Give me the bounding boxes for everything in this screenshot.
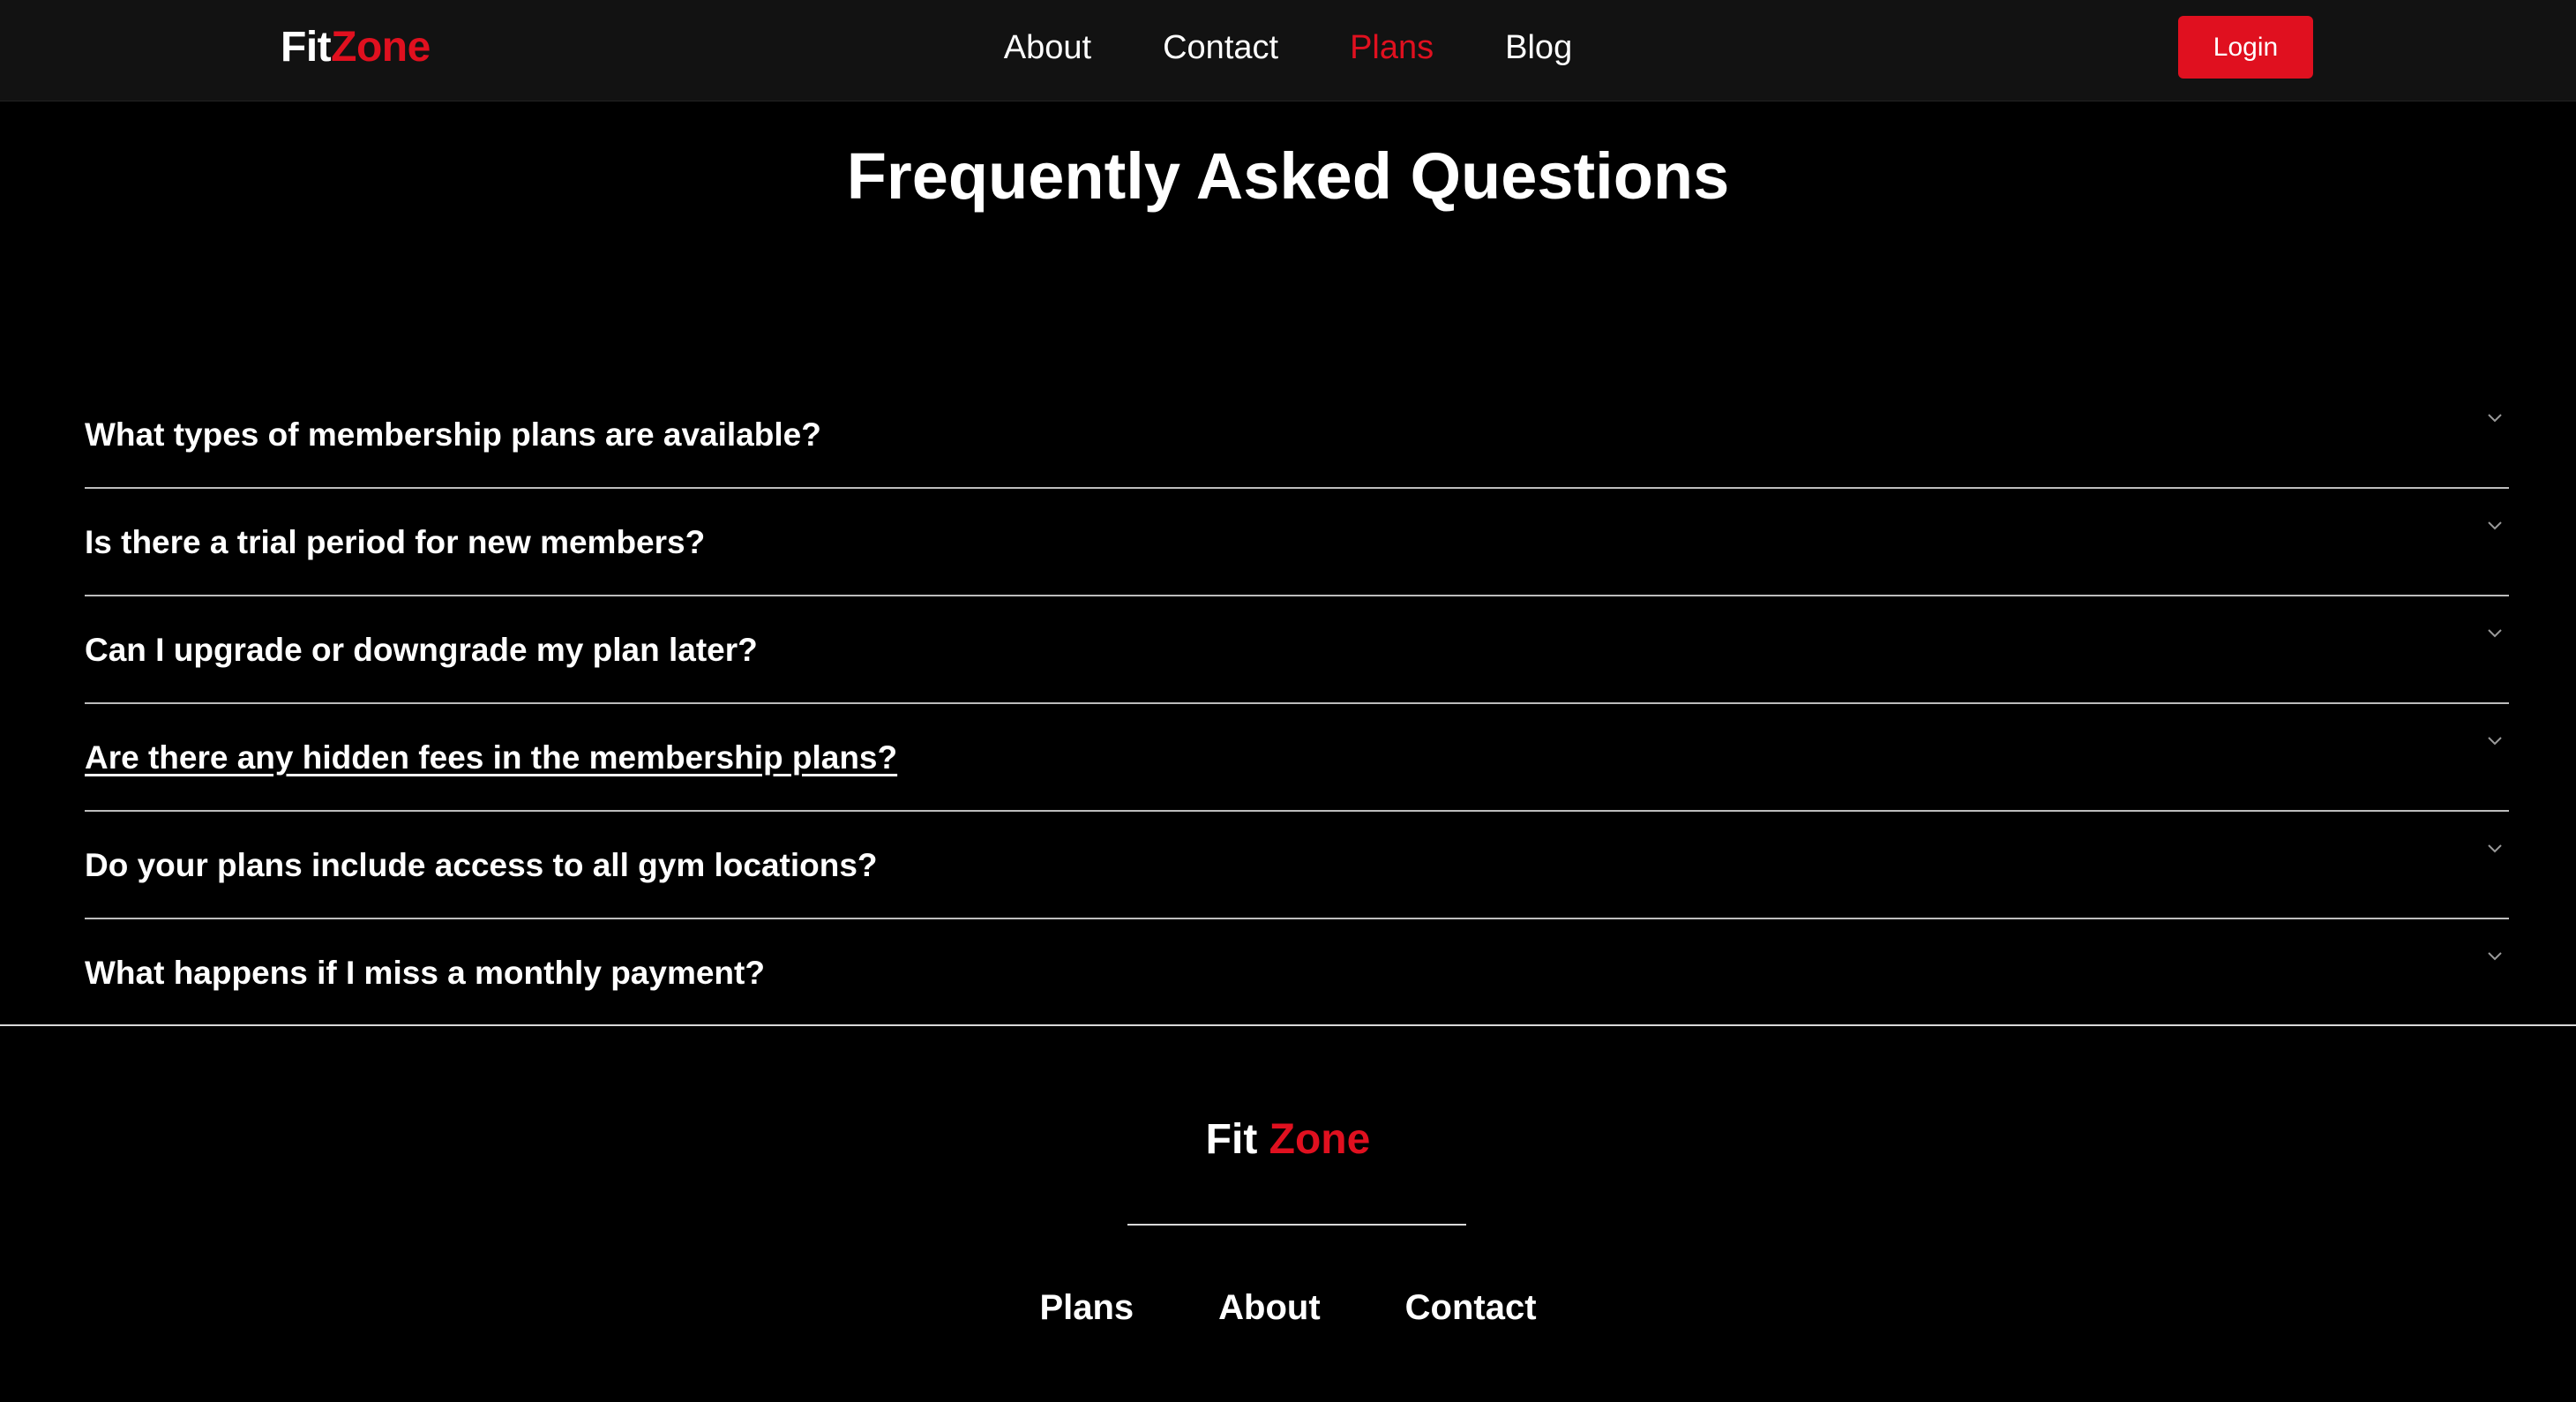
nav-link-blog[interactable]: Blog — [1505, 25, 1572, 71]
faq-question: What happens if I miss a monthly payment… — [85, 955, 765, 991]
footer-link-contact[interactable]: Contact — [1405, 1283, 1537, 1332]
chevron-down-icon — [2488, 737, 2502, 746]
chevron-down-icon — [2488, 521, 2502, 530]
footer-logo[interactable]: Fit Zone — [0, 1113, 2576, 1166]
faq-item[interactable]: Are there any hidden fees in the members… — [85, 704, 2509, 812]
chevron-down-icon — [2488, 952, 2502, 961]
footer-link-about[interactable]: About — [1218, 1283, 1321, 1332]
faq-list: What types of membership plans are avail… — [85, 381, 2509, 1027]
section-divider — [0, 1024, 2576, 1026]
nav-link-contact[interactable]: Contact — [1163, 25, 1278, 71]
chevron-down-icon — [2488, 414, 2502, 423]
faq-item[interactable]: What happens if I miss a monthly payment… — [85, 919, 2509, 1027]
chevron-down-icon — [2488, 629, 2502, 638]
footer-divider — [1127, 1224, 1466, 1226]
faq-question: Can I upgrade or downgrade my plan later… — [85, 632, 758, 668]
faq-item[interactable]: What types of membership plans are avail… — [85, 381, 2509, 489]
faq-item[interactable]: Is there a trial period for new members? — [85, 489, 2509, 596]
nav-link-plans[interactable]: Plans — [1350, 25, 1434, 71]
chevron-down-icon — [2488, 844, 2502, 853]
footer-logo-fit-text: Fit — [1205, 1116, 1258, 1163]
faq-question: Is there a trial period for new members? — [85, 524, 706, 560]
faq-item[interactable]: Do your plans include access to all gym … — [85, 812, 2509, 919]
page-title: Frequently Asked Questions — [846, 139, 1730, 213]
login-button[interactable]: Login — [2178, 16, 2313, 79]
nav-link-about[interactable]: About — [1004, 25, 1091, 71]
footer-nav: Plans About Contact — [0, 1283, 2576, 1332]
faq-item[interactable]: Can I upgrade or downgrade my plan later… — [85, 596, 2509, 704]
faq-question: What types of membership plans are avail… — [85, 416, 821, 453]
faq-question: Do your plans include access to all gym … — [85, 847, 878, 883]
footer-logo-zone-text: Zone — [1269, 1116, 1371, 1163]
footer-link-plans[interactable]: Plans — [1039, 1283, 1134, 1332]
faq-question: Are there any hidden fees in the members… — [85, 739, 898, 776]
navbar: FitZone About Contact Plans Blog Login — [0, 0, 2576, 101]
